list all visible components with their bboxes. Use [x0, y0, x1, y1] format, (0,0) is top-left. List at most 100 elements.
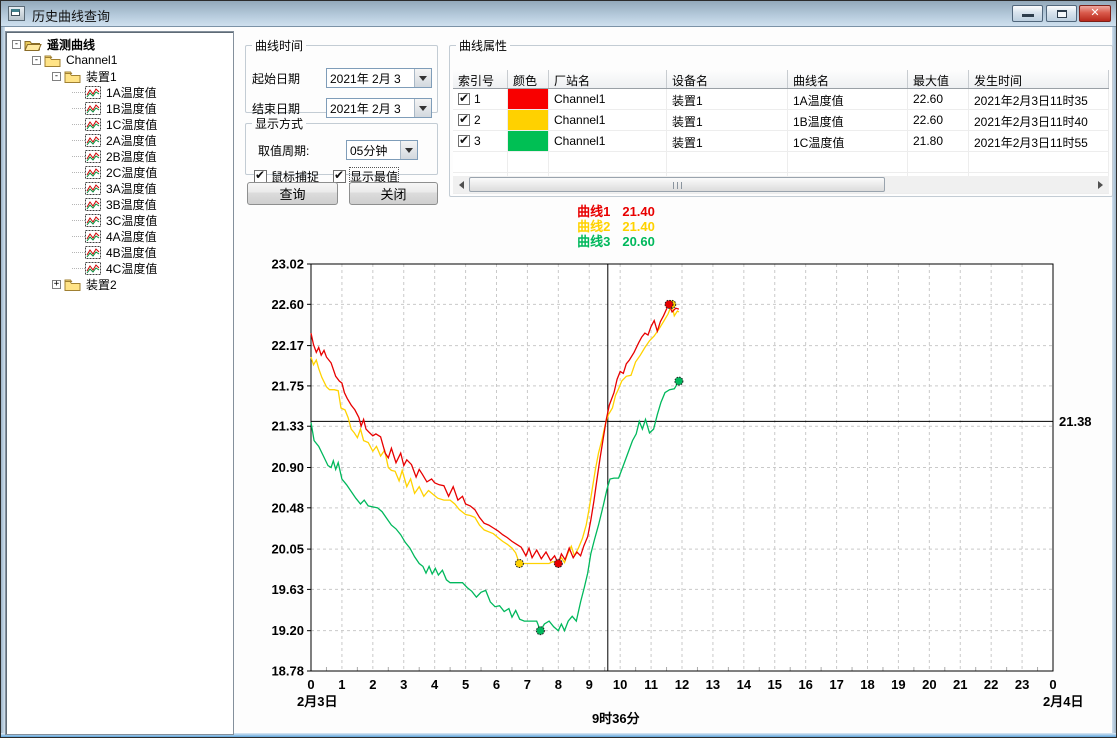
tree-connector	[72, 252, 85, 253]
telemetry-curve-tree[interactable]: -遥测曲线-Channel1-装置11A温度值1B温度值1C温度值2A温度值2B…	[5, 31, 234, 735]
minimize-button[interactable]	[1012, 5, 1043, 22]
row-index: 2	[474, 113, 481, 127]
curve-icon	[85, 118, 101, 131]
x-axis-label: 20	[922, 677, 936, 692]
column-header[interactable]: 最大值	[908, 70, 969, 88]
history-curve-query-window: 历史曲线查询 ✕ -遥测曲线-Channel1-装置11A温度值1B温度值1C温…	[0, 0, 1117, 738]
curve-icon	[85, 262, 101, 275]
history-trend-chart[interactable]: 23.0222.6022.1721.7521.3320.9020.4820.05…	[241, 251, 1117, 737]
tree-item-label: 遥测曲线	[45, 36, 97, 53]
collapse-icon[interactable]: -	[52, 72, 61, 81]
end-date-value: 2021年 2月 3	[327, 100, 414, 117]
scrollbar-thumb[interactable]	[469, 177, 885, 192]
row-index: 3	[474, 134, 481, 148]
column-header[interactable]: 索引号	[453, 70, 508, 88]
row-visible-checkbox[interactable]: ✔	[458, 93, 470, 105]
tree-item-label: 3B温度值	[104, 196, 159, 213]
show-extremes-checkbox[interactable]: ✔	[333, 170, 346, 183]
tree-item[interactable]: +装置2	[6, 276, 233, 292]
tree-item[interactable]: 2A温度值	[6, 132, 233, 148]
tree-item[interactable]: 4B温度值	[6, 244, 233, 260]
collapse-icon[interactable]: -	[12, 40, 21, 49]
y-axis-label: 21.33	[271, 419, 304, 434]
table-header-row: 索引号颜色厂站名设备名曲线名最大值发生时间	[453, 70, 1109, 89]
app-icon	[8, 6, 25, 21]
period-select[interactable]: 05分钟	[346, 140, 418, 160]
y-axis-label: 22.60	[271, 297, 304, 312]
cell-time: 2021年2月3日11时55	[969, 131, 1109, 152]
tree-item[interactable]: 2C温度值	[6, 164, 233, 180]
legend-series-name: 曲线2	[577, 219, 610, 234]
tree-item[interactable]: 1B温度值	[6, 100, 233, 116]
mouse-capture-checkbox[interactable]: ✔	[254, 170, 267, 183]
tree-item[interactable]: 4A温度值	[6, 228, 233, 244]
cell-max: 22.60	[908, 89, 969, 110]
scroll-left-button[interactable]	[453, 176, 470, 193]
tree-item[interactable]: 3A温度值	[6, 180, 233, 196]
cell-station: Channel1	[549, 110, 667, 131]
titlebar[interactable]: 历史曲线查询 ✕	[1, 1, 1116, 27]
tree-item[interactable]: 3C温度值	[6, 212, 233, 228]
curve-icon	[85, 102, 101, 115]
close-dialog-button[interactable]: 关闭	[349, 182, 438, 205]
x-axis-label: 23	[1015, 677, 1029, 692]
tree-item[interactable]: 1C温度值	[6, 116, 233, 132]
tree-item[interactable]: 4C温度值	[6, 260, 233, 276]
folder-icon	[64, 278, 81, 291]
tree-item[interactable]: -装置1	[6, 68, 233, 84]
tree-item[interactable]: - 遥测曲线	[6, 36, 233, 52]
tree-connector	[72, 236, 85, 237]
table-row[interactable]: ✔1Channel1装置11A温度值22.602021年2月3日11时35	[453, 89, 1109, 110]
x-axis-label: 15	[768, 677, 782, 692]
x-axis-label: 9	[586, 677, 593, 692]
cell-device: 装置1	[667, 131, 788, 152]
curve-icon	[85, 86, 101, 99]
column-header[interactable]: 厂站名	[549, 70, 667, 88]
display-mode-group: 显示方式 取值周期: 05分钟 ✔ 鼠标捕捉 ✔ 显示最值	[245, 115, 438, 175]
chevron-down-icon	[419, 106, 427, 111]
x-axis-label: 12	[675, 677, 689, 692]
chevron-down-icon	[419, 76, 427, 81]
cell-max: 21.80	[908, 131, 969, 152]
legend-series-name: 曲线1	[577, 204, 610, 219]
cell-device: 装置1	[667, 110, 788, 131]
tree-item-label: 2B温度值	[104, 148, 159, 165]
tree-connector	[72, 124, 85, 125]
start-date-dropdown-button[interactable]	[414, 69, 431, 87]
column-header[interactable]: 曲线名	[788, 70, 908, 88]
x-axis-label: 22	[984, 677, 998, 692]
tree-item[interactable]: 3B温度值	[6, 196, 233, 212]
y-axis-label: 19.20	[271, 623, 304, 638]
tree-item-label: 1C温度值	[104, 116, 159, 133]
tree-item[interactable]: 2B温度值	[6, 148, 233, 164]
table-horizontal-scrollbar[interactable]	[453, 176, 1109, 193]
period-label: 取值周期:	[258, 142, 309, 159]
close-button[interactable]: ✕	[1079, 5, 1111, 22]
x-axis-label: 1	[338, 677, 345, 692]
row-visible-checkbox[interactable]: ✔	[458, 135, 470, 147]
tree-item[interactable]: - Channel1	[6, 52, 233, 68]
start-date-picker[interactable]: 2021年 2月 3	[326, 68, 432, 88]
row-visible-checkbox[interactable]: ✔	[458, 114, 470, 126]
scroll-right-button[interactable]	[1092, 176, 1109, 193]
query-button[interactable]: 查询	[247, 182, 338, 205]
tree-item-label: 4B温度值	[104, 244, 159, 261]
column-header[interactable]: 设备名	[667, 70, 788, 88]
tree-item-label: Channel1	[64, 53, 119, 67]
tree-connector	[72, 108, 85, 109]
close-icon: ✕	[1090, 7, 1099, 19]
x-axis-label: 5	[462, 677, 469, 692]
maximize-button[interactable]	[1046, 5, 1077, 22]
period-dropdown-button[interactable]	[400, 141, 417, 159]
tree-item[interactable]: 1A温度值	[6, 84, 233, 100]
expand-icon[interactable]: +	[52, 280, 61, 289]
window-title: 历史曲线查询	[32, 6, 110, 25]
column-header[interactable]: 发生时间	[969, 70, 1109, 88]
table-row[interactable]: ✔3Channel1装置11C温度值21.802021年2月3日11时55	[453, 131, 1109, 152]
table-row[interactable]: ✔2Channel1装置11B温度值22.602021年2月3日11时40	[453, 110, 1109, 131]
y-axis-label: 19.63	[271, 582, 304, 597]
collapse-icon[interactable]: -	[32, 56, 41, 65]
tree-connector	[72, 268, 85, 269]
tree-item-label: 4C温度值	[104, 260, 159, 277]
column-header[interactable]: 颜色	[508, 70, 549, 88]
